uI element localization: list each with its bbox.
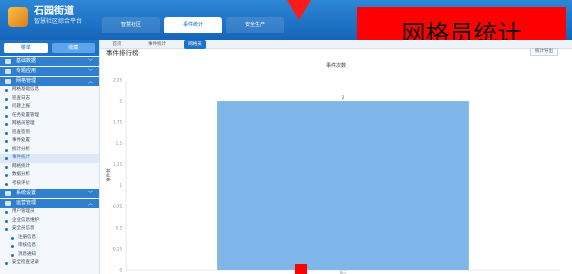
section-icon: [5, 201, 11, 206]
sidebar-item-label: 网格员管理: [12, 121, 35, 126]
sidebar-tab-favorites[interactable]: 收藏: [51, 43, 95, 53]
sidebar-item-label: 企业信息维护: [12, 217, 39, 223]
app-title: 石园街道: [34, 6, 74, 17]
sidebar-section-title: 运营管理: [16, 200, 37, 206]
sub-tab-home[interactable]: 首页: [106, 40, 128, 49]
sidebar-item-label: 事件处置: [12, 138, 30, 143]
sidebar-item[interactable]: 审核信息: [0, 242, 99, 251]
y-tick-label: 0: [119, 268, 122, 273]
export-button[interactable]: 统计导出: [530, 48, 558, 56]
sidebar-item-label: 网格基础信息: [12, 87, 39, 92]
y-tick-label: 0.75: [113, 204, 122, 209]
top-nav-item-active[interactable]: 事件统计: [164, 17, 222, 33]
sidebar-item[interactable]: 考核评价: [0, 180, 99, 189]
sidebar-item[interactable]: 安全检查记录: [0, 259, 99, 268]
sidebar-item[interactable]: 事件处置: [0, 137, 99, 146]
sidebar-section-header[interactable]: 网格管理 ︿: [0, 77, 99, 86]
sidebar-section-header[interactable]: 系统设置 ﹀: [0, 189, 99, 198]
app-subtitle: 智慧社区综合平台: [34, 18, 83, 25]
sidebar-item[interactable]: 消息通知: [0, 251, 99, 260]
y-tick-label: 0.5: [116, 225, 123, 230]
y-axis-label: 事件数: [105, 168, 112, 182]
sidebar-item-label: 巡查签到: [12, 129, 30, 135]
sidebar-item-label: 任务处置管理: [12, 112, 39, 118]
sidebar-section-title: 网格管理: [16, 78, 37, 84]
logo-icon: [8, 7, 28, 27]
chevron-down-icon: ﹀: [87, 69, 93, 75]
sidebar-item[interactable]: 用户管理员: [0, 208, 99, 217]
app-window: 石园街道 智慧社区综合平台 智慧社区 事件统计 安全生产 网格员统计 菜单 收藏…: [0, 0, 572, 274]
sidebar-item-label: 巡查日志: [12, 95, 30, 101]
red-arrow-down-icon: [287, 0, 311, 20]
sidebar-section-header[interactable]: 专题应用 ﹀: [0, 67, 99, 76]
sidebar-section-title: 专题应用: [16, 68, 37, 74]
sidebar-item[interactable]: 任务处置管理: [0, 112, 99, 121]
red-marker: [295, 264, 307, 274]
top-nav-item[interactable]: 智慧社区: [102, 17, 160, 33]
sub-tab-grid-staff[interactable]: 网格员: [184, 40, 206, 49]
chevron-down-icon: ﹀: [87, 59, 93, 65]
sidebar-item[interactable]: 巡查日志: [0, 95, 99, 104]
sidebar-item-label: 统计分析: [12, 146, 30, 152]
sidebar-item-label: 用户管理员: [12, 209, 35, 214]
y-tick-label: 1: [119, 183, 122, 188]
sidebar-item-label: 安全员信息: [12, 226, 35, 231]
y-tick-label: 0.25: [113, 246, 122, 251]
sidebar-item-label: 事件统计: [12, 155, 30, 160]
section-icon: [5, 79, 11, 84]
sidebar-section-title: 基础数据: [16, 58, 37, 64]
sidebar: 菜单 收藏 基础数据 ﹀ 专题应用 ﹀ 网格管理 ︿ 网格基础信息 巡查日志问题上报任务处置管…: [0, 40, 100, 274]
y-tick-label: 1.25: [113, 162, 122, 167]
y-tick-label: 2.25: [113, 78, 122, 83]
sidebar-item-label: 消息通知: [18, 251, 36, 257]
sidebar-item[interactable]: 注册信息: [0, 234, 99, 243]
sidebar-item[interactable]: 网格员管理: [0, 120, 99, 129]
section-icon: [5, 59, 11, 64]
x-tick-label: 张三: [340, 270, 348, 274]
sidebar-item[interactable]: 巡查签到: [0, 129, 99, 138]
sidebar-item[interactable]: 网格基础信息: [0, 86, 99, 95]
sidebar-item-label: 数据分析: [12, 172, 30, 177]
sidebar-item[interactable]: 网格统计: [0, 163, 99, 172]
sidebar-item[interactable]: 事件统计: [0, 154, 99, 163]
sidebar-tabs: 菜单 收藏: [0, 40, 99, 56]
sidebar-section-header[interactable]: 基础数据 ﹀: [0, 57, 99, 66]
sidebar-section-header[interactable]: 运营管理 ︿: [0, 199, 99, 208]
sub-tabs: 首页 事件统计 网格员: [100, 40, 572, 49]
sidebar-item-label: 考核评价: [12, 180, 30, 186]
sub-tab-events[interactable]: 事件统计: [142, 40, 172, 49]
y-tick-label: 1.5: [116, 141, 123, 146]
sidebar-item[interactable]: 统计分析: [0, 146, 99, 155]
bar: [217, 101, 469, 270]
sidebar-item[interactable]: 安全员信息: [0, 225, 99, 234]
sidebar-item-label: 注册信息: [18, 234, 36, 240]
sidebar-item-label: 安全检查记录: [12, 260, 39, 265]
chart-title: 事件次数: [325, 63, 346, 69]
sidebar-item-label: 审核信息: [18, 243, 36, 248]
sidebar-section-title: 系统设置: [16, 190, 37, 196]
bar-data-label: 2: [342, 95, 345, 100]
chevron-down-icon: ﹀: [87, 191, 93, 197]
sidebar-item-label: 问题上报: [12, 104, 30, 109]
sidebar-item-label: 网格统计: [12, 163, 30, 169]
bar-chart: 0 0.25 0.5 0.75 1 1.25 1.5 1.75 2 2.25 事件数 2 张三: [105, 78, 560, 274]
top-nav: 智慧社区 事件统计 安全生产: [102, 17, 284, 33]
section-icon: [5, 191, 11, 196]
section-icon: [5, 69, 11, 74]
sidebar-menu: 基础数据 ﹀ 专题应用 ﹀ 网格管理 ︿ 网格基础信息 巡查日志问题上报任务处置管理 网格员管理…: [0, 57, 99, 268]
top-nav-item[interactable]: 安全生产: [226, 17, 284, 33]
sidebar-tab-menu[interactable]: 菜单: [4, 43, 48, 53]
y-tick-label: 2: [119, 99, 122, 104]
main-content: 首页 事件统计 网格员 事件排行榜 统计导出 事件次数 0 0.25 0.5 0.75…: [100, 40, 572, 274]
sidebar-item[interactable]: 数据分析: [0, 171, 99, 180]
sidebar-item[interactable]: 企业信息维护: [0, 217, 99, 226]
y-tick-label: 1.75: [113, 120, 122, 125]
sidebar-item[interactable]: 问题上报: [0, 103, 99, 112]
panel-title: 事件排行榜: [106, 49, 139, 57]
